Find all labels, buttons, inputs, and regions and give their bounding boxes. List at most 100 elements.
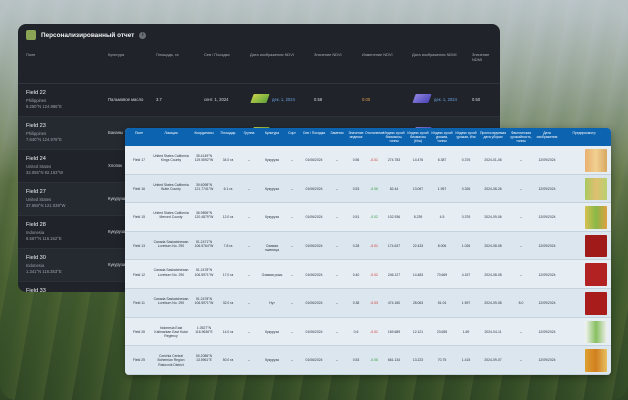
detail-yield-tha: 0.326 — [461, 186, 471, 191]
report-column-header[interactable]: Сев / Посадка — [204, 52, 244, 57]
detail-table-row[interactable]: Field 16 United States California Butte C… — [125, 175, 611, 204]
detail-column-header[interactable]: Сорт — [285, 131, 299, 135]
report-column-header[interactable]: Значение NDVI — [314, 52, 354, 57]
detail-field[interactable]: Field 26 — [127, 330, 151, 334]
detail-column-header[interactable]: Сев / Посадка — [301, 131, 327, 135]
detail-sowing: 01/06/2024 — [305, 215, 323, 220]
detail-harvest-date: 2024-09-08 — [484, 301, 502, 306]
detail-table-row[interactable]: Field 12 Canada Saskatchewan Loreburn No.… — [125, 260, 611, 289]
ndvi-thumbnail[interactable] — [250, 94, 270, 103]
detail-column-header[interactable]: Культура — [261, 131, 283, 135]
detail-yield-t: 6.387 — [437, 158, 447, 163]
field-name[interactable]: Field 22 — [26, 90, 46, 96]
detail-column-header[interactable]: Индекс сухой урожая, тонны — [431, 131, 453, 143]
detail-group: – — [248, 358, 250, 363]
detail-column-header[interactable]: Поле — [127, 131, 151, 135]
detail-biomass-tha: 8.239 — [413, 215, 423, 220]
detail-index: 0.28 — [352, 243, 360, 248]
preview-thumbnail[interactable] — [585, 234, 607, 258]
field-coordinates: 1.341°N 116.353°E — [26, 269, 62, 274]
detail-column-header[interactable]: Индекс сухой биомассы (t/ha) — [407, 131, 429, 143]
preview-thumbnail[interactable] — [585, 149, 607, 172]
report-column-header[interactable]: Дата изображения NDVI — [250, 52, 306, 57]
report-row[interactable]: Field 22 Philippines 9.250°N 124.986°E Паль… — [18, 84, 500, 117]
detail-field[interactable]: Field 11 — [127, 301, 151, 305]
detail-table: Поле Локация Координаты Площадь Группа Культу… — [125, 128, 611, 375]
detail-image-date: 12/09/2024 — [538, 272, 556, 277]
detail-column-header[interactable]: Площадь — [219, 131, 237, 135]
detail-table-row[interactable]: Field 13 Canada Saskatchewan Loreburn No.… — [125, 232, 611, 261]
detail-image-date: 12/09/2024 — [538, 358, 556, 363]
detail-column-header[interactable]: Предпросмотр — [561, 131, 607, 135]
field-name[interactable]: Field 30 — [26, 255, 46, 261]
detail-deviation: -0.06 — [370, 358, 378, 363]
detail-field[interactable]: Field 16 — [127, 187, 151, 191]
preview-thumbnail[interactable] — [585, 263, 607, 286]
ndmi-date-link[interactable]: дек. 1, 2024 — [434, 97, 457, 102]
report-column-header[interactable]: Поле — [26, 52, 86, 57]
preview-thumbnail[interactable] — [585, 206, 607, 229]
detail-table-row[interactable]: Field 11 Canada Saskatchewan Loreburn No.… — [125, 289, 611, 318]
detail-table-row[interactable]: Field 26 Indonesia East Kalimantan East K… — [125, 317, 611, 347]
preview-thumbnail[interactable] — [585, 320, 607, 344]
detail-biomass-t: 246.127 — [387, 272, 401, 277]
detail-notes: – — [336, 158, 338, 163]
detail-table-row[interactable]: Field 15 United States California Merced … — [125, 203, 611, 232]
field-coordinates: 6.567°N 116.162°E — [26, 236, 62, 241]
preview-thumbnail[interactable] — [585, 177, 607, 201]
report-column-header[interactable]: Культура — [108, 52, 152, 57]
field-name[interactable]: Field 24 — [26, 156, 46, 162]
detail-sowing: 01/06/2024 — [305, 358, 323, 363]
ndvi-value: 0.58 — [314, 97, 323, 102]
detail-column-header[interactable]: Координаты — [191, 131, 217, 135]
preview-thumbnail[interactable] — [585, 349, 607, 372]
report-column-header[interactable]: Изменение NDVI — [362, 52, 406, 57]
detail-column-header[interactable]: Индекс сухой биомассы, тонны — [383, 131, 405, 143]
preview-thumbnail[interactable] — [585, 292, 607, 315]
field-name[interactable]: Field 33 — [26, 288, 46, 292]
field-name[interactable]: Field 28 — [26, 222, 46, 228]
detail-harvest-date: 2024-01-06 — [484, 158, 502, 163]
detail-notes: – — [336, 186, 338, 191]
ndvi-date-link[interactable]: дек. 1, 2024 — [272, 97, 295, 102]
detail-group: – — [248, 215, 250, 220]
detail-column-header[interactable]: Отклонение — [365, 131, 384, 135]
detail-crop: Нут — [269, 301, 275, 306]
detail-column-header[interactable]: Заметки — [329, 131, 345, 135]
ndmi-thumbnail[interactable] — [412, 94, 432, 103]
detail-notes: – — [336, 329, 338, 334]
detail-table-row[interactable]: Field 17 United States California Kings C… — [125, 146, 611, 175]
detail-column-header[interactable]: Локация — [153, 131, 189, 135]
detail-field[interactable]: Field 15 — [127, 215, 151, 219]
detail-crop: Озимая пшеница — [264, 243, 280, 253]
report-column-header[interactable]: Дата изображения NDMI — [412, 52, 466, 57]
detail-biomass-tha: 14.476 — [412, 158, 424, 163]
detail-actual-yield: – — [520, 358, 522, 363]
detail-yield-tha: 1.026 — [461, 243, 471, 248]
detail-field[interactable]: Field 12 — [127, 273, 151, 277]
report-column-header[interactable]: Площадь, га — [156, 52, 196, 57]
field-country: Philippines — [26, 131, 47, 136]
report-column-header[interactable]: Значение NDMI — [472, 52, 500, 62]
detail-column-header[interactable]: Фактическая урожайность, тонны — [509, 131, 533, 143]
detail-column-header[interactable]: Прогнозируемая дата уборки — [479, 131, 507, 139]
detail-field[interactable]: Field 13 — [127, 244, 151, 248]
detail-table-row[interactable]: Field 25 Czechia Central Bohemian Region … — [125, 346, 611, 375]
detail-coordinates: 36.9896°N 120.4879°W — [194, 211, 214, 220]
detail-yield-tha: 1.69 — [462, 329, 470, 334]
detail-actual-yield: 8.0 — [518, 301, 524, 306]
detail-field[interactable]: Field 25 — [127, 358, 151, 362]
report-column-headers: Поле Культура Площадь, га Сев / Посадка Дата… — [18, 48, 500, 84]
detail-harvest-date: 2024-09-07 — [484, 358, 502, 363]
detail-column-header[interactable]: Значение индекса — [347, 131, 365, 139]
detail-area: 50.0 га — [222, 358, 234, 363]
field-name[interactable]: Field 23 — [26, 123, 46, 129]
detail-field[interactable]: Field 17 — [127, 158, 151, 162]
field-name[interactable]: Field 27 — [26, 189, 46, 195]
detail-variety: – — [291, 215, 293, 220]
info-icon[interactable]: i — [139, 31, 147, 39]
detail-column-header[interactable]: Дата изображения — [535, 131, 559, 139]
detail-column-header[interactable]: Индекс сухой урожая, t/ha — [455, 131, 477, 139]
detail-column-header[interactable]: Группа — [239, 131, 259, 135]
detail-actual-yield: – — [520, 186, 522, 191]
